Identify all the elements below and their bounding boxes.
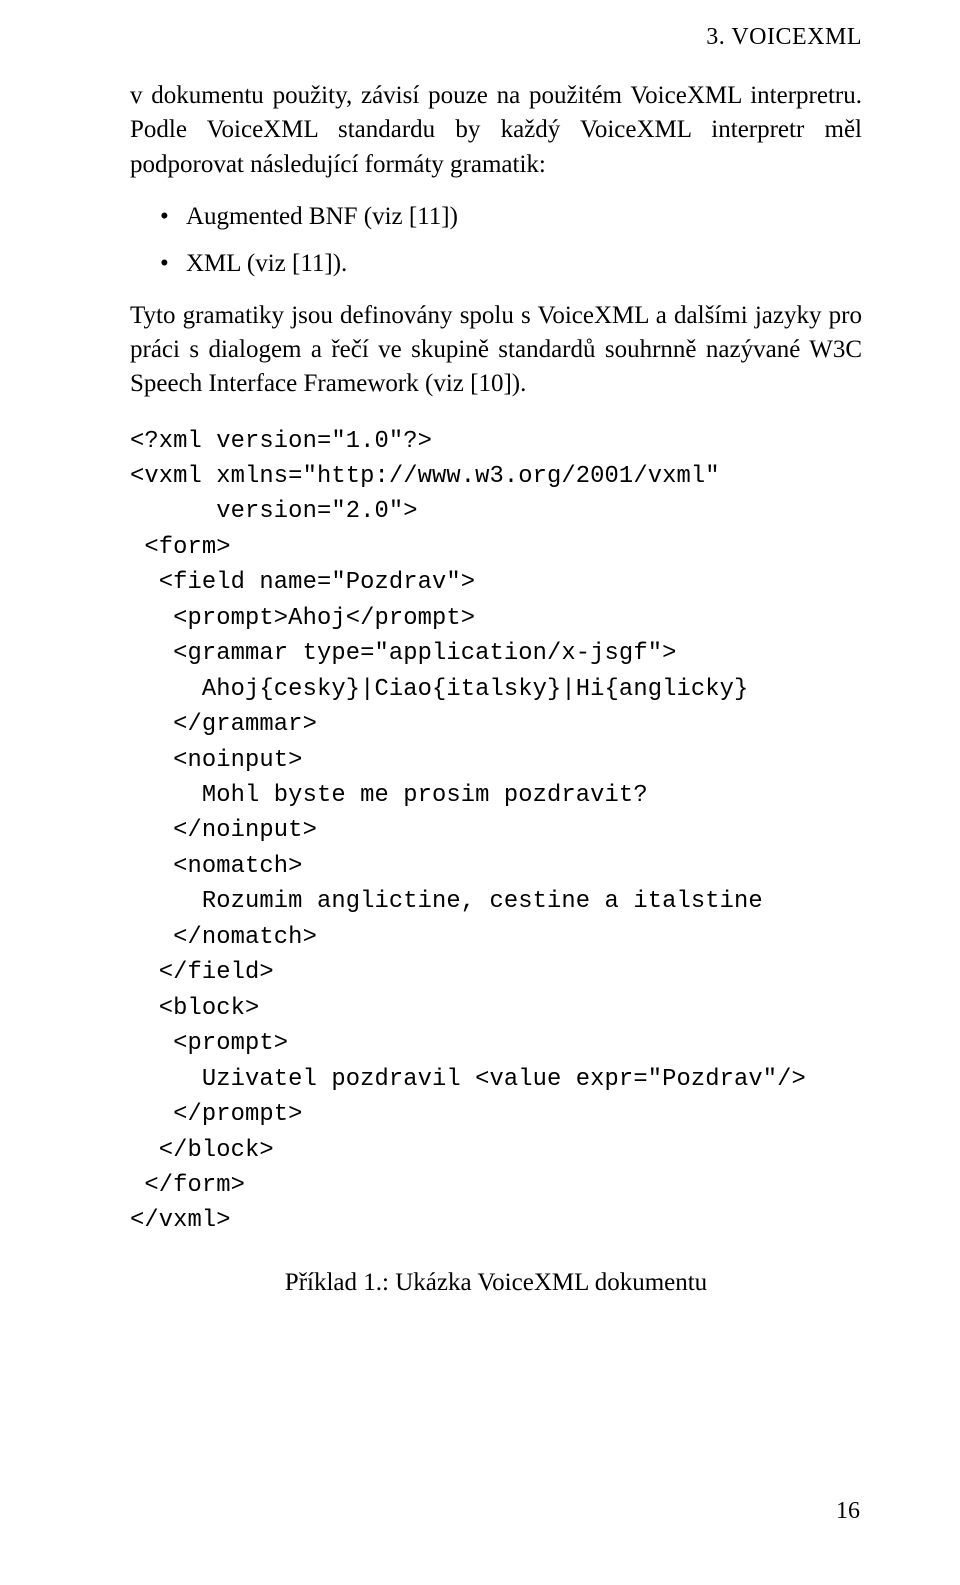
body-paragraph-1: v dokumentu použity, závisí pouze na pou… [130,79,862,182]
page: 3. VOICEXML v dokumentu použity, závisí … [0,0,960,1585]
list-item-text: Augmented BNF (viz [11]) [186,203,458,230]
list-item: XML (viz [11]). [160,245,862,283]
list-item: Augmented BNF (viz [11]) [160,198,862,236]
code-block: <?xml version="1.0"?> <vxml xmlns="http:… [130,424,862,1239]
section-header: 3. VOICEXML [130,24,862,51]
header-text: 3. VOICEXML [706,24,862,50]
body-paragraph-2: Tyto gramatiky jsou definovány spolu s V… [130,299,862,402]
list-item-text: XML (viz [11]). [186,250,347,277]
page-number: 16 [836,1498,860,1525]
figure-caption: Příklad 1.: Ukázka VoiceXML dokumentu [130,1269,862,1297]
bullet-list: Augmented BNF (viz [11]) XML (viz [11]). [160,198,862,283]
